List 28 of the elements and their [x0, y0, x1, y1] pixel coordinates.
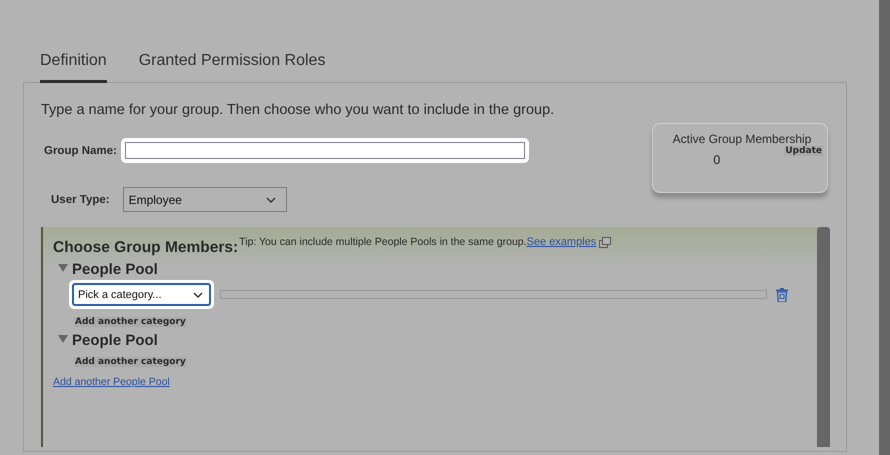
add-category-button[interactable]: Add another category: [74, 357, 187, 367]
field-label: User Type:: [51, 194, 110, 206]
update-button[interactable]: Update: [784, 146, 823, 156]
card-title: Active Group Membership: [672, 132, 812, 146]
scrollbar[interactable]: [817, 227, 830, 447]
pool-title: People Pool: [72, 332, 158, 349]
caret-icon: [266, 196, 276, 202]
pool-title: People Pool: [72, 261, 158, 278]
count-text: 0: [713, 153, 721, 167]
expand-arrow-icon[interactable]: [58, 264, 68, 272]
category-dropdown[interactable]: Pick a category...: [72, 283, 211, 306]
expand-arrow-icon[interactable]: [58, 335, 68, 343]
add-pool-link[interactable]: Add another People Pool: [53, 376, 817, 388]
scrollbar[interactable]: [879, 0, 890, 455]
tip-text: Tip: You can include multiple People Pools in the same group.: [239, 236, 527, 248]
field-label: Group Name:: [44, 144, 117, 156]
instruction-text: Type a name for your group. Then choose who you want to include in the group.: [41, 102, 554, 118]
input-field[interactable]: [220, 290, 767, 299]
input-field[interactable]: [124, 142, 525, 159]
tab[interactable]: Definition: [40, 52, 107, 83]
add-category-button[interactable]: Add another category: [74, 317, 187, 327]
examples-link[interactable]: See examples: [526, 236, 596, 248]
trash-icon[interactable]: [776, 288, 788, 302]
dropdown[interactable]: Employee: [122, 187, 287, 212]
caret-icon: [193, 292, 203, 298]
external-link-icon: [599, 237, 612, 248]
section-title: Choose Group Members:: [53, 239, 238, 257]
tab[interactable]: Granted Permission Roles: [138, 52, 326, 83]
